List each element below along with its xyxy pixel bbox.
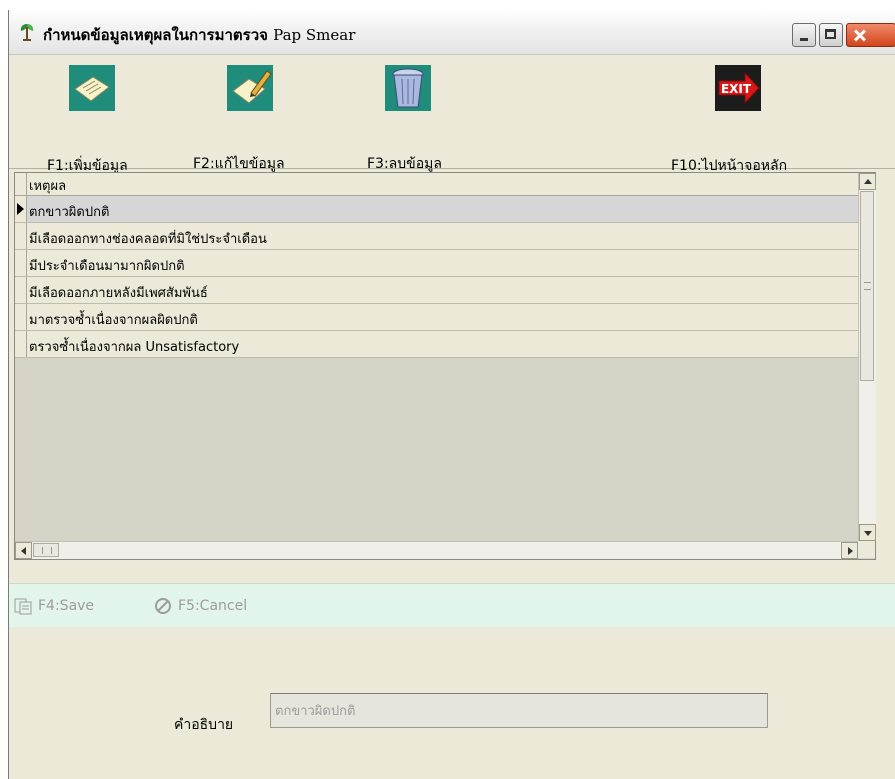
action-bar: F4:Save F5:Cancel <box>9 583 895 628</box>
table-row[interactable]: ตกขาวผิดปกติ <box>15 196 858 223</box>
vertical-scroll-thumb[interactable] <box>860 191 874 381</box>
save-button[interactable]: F4:Save <box>14 597 94 615</box>
save-label: F4:Save <box>38 598 95 614</box>
column-header-reason[interactable]: เหตุผล <box>29 175 66 196</box>
window-title-thai: กำหนดข้อมูลเหตุผลในการมาตรวจ <box>43 26 268 44</box>
scrollbar-corner <box>858 541 875 558</box>
reason-cell: ตรวจซ้ำเนื่องจากผล Unsatisfactory <box>29 340 240 355</box>
table-row[interactable]: มีเลือดออกทางช่องคลอดที่มิใช่ประจำเดือน <box>15 223 858 250</box>
row-selector <box>15 304 27 330</box>
description-field[interactable]: ตกขาวผิดปกติ <box>270 693 768 728</box>
edit-document-icon <box>227 65 273 111</box>
row-selector <box>15 277 27 303</box>
reasons-grid: เหตุผล ตกขาวผิดปกติ มีเลือดออกทางช่องคลอ… <box>14 172 876 560</box>
scroll-left-arrow-icon[interactable] <box>15 542 32 559</box>
cancel-label: F5:Cancel <box>178 598 248 614</box>
detail-form: คำอธิบาย ตกขาวผิดปกติ <box>9 627 895 779</box>
reason-cell: มีเลือดออกทางช่องคลอดที่มิใช่ประจำเดือน <box>29 232 267 247</box>
toolbar: F1:เพิ่มข้อมูล F2:แก้ไขข้อมูล F3:ลบข้อมู… <box>9 55 895 174</box>
exit-icon: EXIT <box>715 65 761 111</box>
scroll-up-arrow-icon[interactable] <box>859 173 876 190</box>
exit-icon-text: EXIT <box>721 82 752 96</box>
horizontal-scrollbar[interactable] <box>15 541 858 559</box>
scroll-right-arrow-icon[interactable] <box>841 542 858 559</box>
save-icon <box>14 598 32 615</box>
row-selector <box>15 250 27 276</box>
cancel-icon <box>155 598 171 614</box>
row-indicator-header <box>15 173 27 195</box>
trash-icon <box>385 65 431 111</box>
reason-cell: มีประจำเดือนมามากผิดปกติ <box>29 259 185 274</box>
horizontal-scroll-thumb[interactable] <box>33 543 59 557</box>
grid-header: เหตุผล <box>15 173 858 196</box>
reason-cell: มีเลือดออกภายหลังมีเพศสัมพันธ์ <box>29 286 208 301</box>
reason-cell: มาตรวจซ้ำเนื่องจากผลผิดปกติ <box>29 313 198 328</box>
cancel-button[interactable]: F5:Cancel <box>154 597 247 615</box>
table-row[interactable]: ตรวจซ้ำเนื่องจากผล Unsatisfactory <box>15 331 858 358</box>
maximize-button[interactable] <box>819 23 843 47</box>
vertical-scrollbar[interactable] <box>858 173 876 541</box>
main-window: กำหนดข้อมูลเหตุผลในการมาตรวจ Pap Smear F… <box>8 10 895 779</box>
scroll-down-arrow-icon[interactable] <box>859 524 876 541</box>
title-bar: กำหนดข้อมูลเหตุผลในการมาตรวจ Pap Smear <box>9 10 895 55</box>
close-button[interactable] <box>846 23 895 47</box>
reason-cell: ตกขาวผิดปกติ <box>29 205 110 220</box>
window-title-english: Pap Smear <box>273 26 356 44</box>
minimize-button[interactable] <box>792 23 816 47</box>
table-row[interactable]: มาตรวจซ้ำเนื่องจากผลผิดปกติ <box>15 304 858 331</box>
row-selector-arrow-icon <box>15 196 27 222</box>
row-selector <box>15 331 27 357</box>
grid-rows: ตกขาวผิดปกติ มีเลือดออกทางช่องคลอดที่มิใ… <box>15 196 858 358</box>
description-label: คำอธิบาย <box>174 717 234 733</box>
table-row[interactable]: มีเลือดออกภายหลังมีเพศสัมพันธ์ <box>15 277 858 304</box>
add-document-icon <box>69 65 115 111</box>
window-title: กำหนดข้อมูลเหตุผลในการมาตรวจ Pap Smear <box>43 23 355 47</box>
row-selector <box>15 223 27 249</box>
app-icon <box>20 24 34 41</box>
table-row[interactable]: มีประจำเดือนมามากผิดปกติ <box>15 250 858 277</box>
